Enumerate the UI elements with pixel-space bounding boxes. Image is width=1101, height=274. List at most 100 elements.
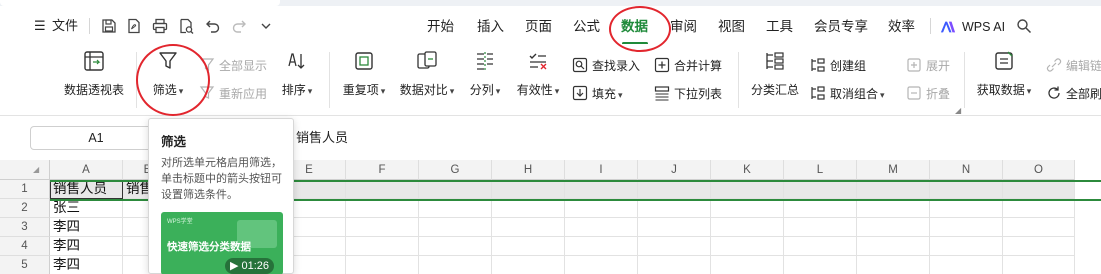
collapse-button[interactable]: 折叠 bbox=[906, 84, 950, 104]
group-dialog-launcher-icon[interactable]: ◢ bbox=[955, 106, 961, 115]
search-icon[interactable] bbox=[1016, 18, 1032, 34]
cell-k3[interactable] bbox=[711, 218, 784, 237]
column-header-f[interactable]: F bbox=[346, 160, 419, 180]
cell-m4[interactable] bbox=[857, 237, 930, 256]
cell-f1[interactable] bbox=[346, 180, 419, 199]
redo-icon[interactable] bbox=[231, 18, 247, 34]
create-group-button[interactable]: 创建组 bbox=[810, 56, 866, 76]
cell-f2[interactable] bbox=[346, 199, 419, 218]
cell-n2[interactable] bbox=[930, 199, 1003, 218]
cell-i3[interactable] bbox=[565, 218, 638, 237]
tab-data[interactable]: 数据 bbox=[621, 17, 648, 37]
tab-page[interactable]: 页面 bbox=[525, 17, 552, 37]
cell-k1[interactable] bbox=[711, 180, 784, 199]
cell-j4[interactable] bbox=[638, 237, 711, 256]
cell-n5[interactable] bbox=[930, 256, 1003, 274]
cell-n1[interactable] bbox=[930, 180, 1003, 199]
cell-i1[interactable] bbox=[565, 180, 638, 199]
cell-f5[interactable] bbox=[346, 256, 419, 274]
split-column-button[interactable]: 分列 ▾ bbox=[464, 50, 506, 110]
print-icon[interactable] bbox=[152, 18, 168, 34]
undo-icon[interactable] bbox=[205, 18, 221, 34]
column-header-g[interactable]: G bbox=[419, 160, 492, 180]
tab-efficiency[interactable]: 效率 bbox=[888, 17, 915, 37]
export-pdf-icon[interactable] bbox=[126, 18, 142, 34]
filter-button[interactable]: 筛选 ▾ bbox=[146, 50, 190, 110]
subtotal-button[interactable]: 分类汇总 bbox=[748, 50, 802, 110]
cell-h2[interactable] bbox=[492, 199, 565, 218]
cell-j1[interactable] bbox=[638, 180, 711, 199]
cell-l5[interactable] bbox=[784, 256, 857, 274]
edit-links-button[interactable]: 编辑链 bbox=[1046, 56, 1101, 76]
cell-m5[interactable] bbox=[857, 256, 930, 274]
cell-k4[interactable] bbox=[711, 237, 784, 256]
compare-button[interactable]: 数据对比 ▾ bbox=[396, 50, 458, 110]
column-header-o[interactable]: O bbox=[1003, 160, 1075, 180]
row-header[interactable]: 4 bbox=[0, 237, 50, 256]
get-data-button[interactable]: 获取数据 ▾ bbox=[974, 50, 1034, 110]
cell-l3[interactable] bbox=[784, 218, 857, 237]
cell-h3[interactable] bbox=[492, 218, 565, 237]
cell-g5[interactable] bbox=[419, 256, 492, 274]
cell-g2[interactable] bbox=[419, 199, 492, 218]
cell-o5[interactable] bbox=[1003, 256, 1075, 274]
consolidate-button[interactable]: 合并计算 bbox=[654, 56, 722, 76]
row-header[interactable]: 3 bbox=[0, 218, 50, 237]
cell-f4[interactable] bbox=[346, 237, 419, 256]
column-header-a[interactable]: A bbox=[50, 160, 123, 180]
cell-l4[interactable] bbox=[784, 237, 857, 256]
cell-f3[interactable] bbox=[346, 218, 419, 237]
cell-o2[interactable] bbox=[1003, 199, 1075, 218]
validity-button[interactable]: 有效性 ▾ bbox=[512, 50, 564, 110]
row-header[interactable]: 5 bbox=[0, 256, 50, 274]
print-preview-icon[interactable] bbox=[178, 18, 194, 34]
cell-a2[interactable]: 张三 bbox=[50, 199, 123, 218]
tutorial-video-thumbnail[interactable]: WPS学堂 快速筛选分类数据 ▶ 01:26 bbox=[161, 212, 283, 274]
tab-home[interactable]: 开始 bbox=[427, 17, 454, 37]
wps-ai-button[interactable]: WPS AI bbox=[962, 17, 1005, 37]
tab-view[interactable]: 视图 bbox=[718, 17, 745, 37]
pivot-table-button[interactable]: 数据透视表 bbox=[62, 50, 126, 110]
tab-formula[interactable]: 公式 bbox=[573, 17, 600, 37]
cell-l1[interactable] bbox=[784, 180, 857, 199]
cell-m1[interactable] bbox=[857, 180, 930, 199]
column-header-n[interactable]: N bbox=[930, 160, 1003, 180]
name-box[interactable]: A1 bbox=[30, 126, 162, 150]
show-all-button[interactable]: 全部显示 bbox=[199, 56, 267, 76]
find-entry-button[interactable]: 查找录入 bbox=[572, 56, 640, 76]
cell-k2[interactable] bbox=[711, 199, 784, 218]
cell-o4[interactable] bbox=[1003, 237, 1075, 256]
cell-j3[interactable] bbox=[638, 218, 711, 237]
reapply-button[interactable]: 重新应用 bbox=[199, 84, 267, 104]
cell-a4[interactable]: 李四 bbox=[50, 237, 123, 256]
cell-i5[interactable] bbox=[565, 256, 638, 274]
cell-j5[interactable] bbox=[638, 256, 711, 274]
file-menu[interactable]: 文件 bbox=[52, 16, 78, 36]
cell-o1[interactable] bbox=[1003, 180, 1075, 199]
cell-n3[interactable] bbox=[930, 218, 1003, 237]
column-header-l[interactable]: L bbox=[784, 160, 857, 180]
cell-n4[interactable] bbox=[930, 237, 1003, 256]
cell-a5[interactable]: 李四 bbox=[50, 256, 123, 274]
row-header[interactable]: 1 bbox=[0, 180, 50, 199]
cell-a3[interactable]: 李四 bbox=[50, 218, 123, 237]
cell-g4[interactable] bbox=[419, 237, 492, 256]
expand-button[interactable]: 展开 bbox=[906, 56, 950, 76]
cell-k5[interactable] bbox=[711, 256, 784, 274]
tab-review[interactable]: 审阅 bbox=[670, 17, 697, 37]
cell-m2[interactable] bbox=[857, 199, 930, 218]
tab-member[interactable]: 会员专享 bbox=[814, 17, 868, 37]
dropdown-list-button[interactable]: 下拉列表 bbox=[654, 84, 722, 104]
ungroup-button[interactable]: 取消组合 ▾ bbox=[810, 84, 885, 104]
column-header-m[interactable]: M bbox=[857, 160, 930, 180]
cell-h1[interactable] bbox=[492, 180, 565, 199]
refresh-all-button[interactable]: 全部刷 bbox=[1046, 84, 1101, 104]
row-header[interactable]: 2 bbox=[0, 199, 50, 218]
save-icon[interactable] bbox=[101, 18, 117, 34]
cell-i4[interactable] bbox=[565, 237, 638, 256]
cell-l2[interactable] bbox=[784, 199, 857, 218]
cell-h4[interactable] bbox=[492, 237, 565, 256]
tab-tools[interactable]: 工具 bbox=[766, 17, 793, 37]
cell-i2[interactable] bbox=[565, 199, 638, 218]
cell-a1[interactable]: 销售人员 bbox=[50, 180, 123, 199]
